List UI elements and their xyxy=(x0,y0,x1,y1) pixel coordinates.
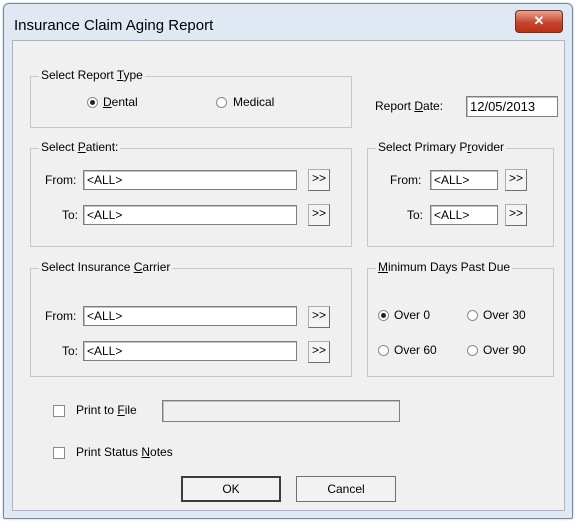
patient-to-field[interactable]: <ALL> xyxy=(83,205,297,225)
over-60-label[interactable]: Over 60 xyxy=(394,343,437,357)
legend-text: inimum Days Past Due xyxy=(388,260,511,274)
print-to-file-label[interactable]: Print to File xyxy=(76,403,137,417)
ok-button[interactable]: OK xyxy=(181,476,281,502)
provider-to-label: To: xyxy=(407,208,424,222)
days-past-due-legend: Minimum Days Past Due xyxy=(376,260,513,274)
provider-from-label: From: xyxy=(390,173,422,187)
legend-text: ype xyxy=(123,68,143,82)
patient-from-browse-button[interactable]: >> xyxy=(308,169,330,191)
carrier-group: Select Insurance Carrier From: <ALL> >> … xyxy=(30,260,352,377)
over-60-radio[interactable] xyxy=(378,345,389,356)
label-mnemonic: D xyxy=(414,99,424,113)
carrier-from-field[interactable]: <ALL> xyxy=(83,306,297,326)
label-mnemonic: F xyxy=(117,403,125,417)
dental-radio-label[interactable]: Dental xyxy=(103,95,138,109)
provider-from-field[interactable]: <ALL> xyxy=(430,170,498,190)
legend-text: atient: xyxy=(85,140,119,154)
carrier-to-label: To: xyxy=(62,344,79,358)
print-status-notes-checkbox[interactable] xyxy=(53,447,65,459)
carrier-from-browse-button[interactable]: >> xyxy=(308,306,330,328)
print-to-file-checkbox[interactable] xyxy=(53,405,65,417)
report-date-field[interactable]: 12/05/2013 xyxy=(466,96,558,117)
over-30-label[interactable]: Over 30 xyxy=(483,308,526,322)
over-90-label[interactable]: Over 90 xyxy=(483,343,526,357)
label-text: ental xyxy=(111,95,138,109)
legend-text: Select Insurance xyxy=(41,260,134,274)
report-type-group: Select Report Type Dental Medical xyxy=(30,68,352,128)
carrier-legend: Select Insurance Carrier xyxy=(39,260,173,274)
legend-text: Select Primary P xyxy=(378,140,468,154)
cancel-button[interactable]: Cancel xyxy=(296,476,396,502)
medical-radio[interactable] xyxy=(216,97,227,108)
provider-legend: Select Primary Provider xyxy=(376,140,507,154)
dialog-window: Insurance Claim Aging Report ✕ Select Re… xyxy=(3,3,573,519)
legend-mnemonic: T xyxy=(116,68,124,82)
label-text: Print Status xyxy=(76,445,142,459)
over-0-label[interactable]: Over 0 xyxy=(394,308,430,322)
patient-to-label: To: xyxy=(62,208,79,222)
carrier-to-field[interactable]: <ALL> xyxy=(83,341,297,361)
provider-from-browse-button[interactable]: >> xyxy=(505,169,527,191)
label-text: ate: xyxy=(423,99,444,113)
label-mnemonic: D xyxy=(103,95,112,109)
patient-legend: Select Patient: xyxy=(39,140,121,154)
over-0-radio[interactable] xyxy=(378,310,389,321)
days-past-due-group: Minimum Days Past Due Over 0 Over 30 Ove… xyxy=(367,260,554,377)
report-date-label: Report Date: xyxy=(375,99,443,113)
provider-to-browse-button[interactable]: >> xyxy=(505,204,527,226)
label-mnemonic: N xyxy=(141,445,151,459)
legend-text: arrier xyxy=(142,260,171,274)
label-text: Report xyxy=(375,99,415,113)
provider-to-field[interactable]: <ALL> xyxy=(430,205,498,225)
over-30-radio[interactable] xyxy=(467,310,478,321)
patient-to-browse-button[interactable]: >> xyxy=(308,204,330,226)
dental-radio[interactable] xyxy=(87,97,98,108)
label-text: otes xyxy=(150,445,173,459)
close-button[interactable]: ✕ xyxy=(515,10,563,33)
legend-mnemonic: P xyxy=(77,140,86,154)
carrier-to-browse-button[interactable]: >> xyxy=(308,341,330,363)
legend-mnemonic: M xyxy=(378,260,388,274)
print-to-file-path-field[interactable] xyxy=(162,400,400,422)
label-text: ile xyxy=(124,403,137,417)
label-text: Print to xyxy=(76,403,118,417)
over-90-radio[interactable] xyxy=(467,345,478,356)
patient-from-field[interactable]: <ALL> xyxy=(83,170,297,190)
title-bar[interactable]: Insurance Claim Aging Report ✕ xyxy=(4,4,572,42)
dialog-body: Select Report Type Dental Medical Report… xyxy=(12,40,565,511)
legend-text: Select Report xyxy=(41,68,117,82)
window-title: Insurance Claim Aging Report xyxy=(14,17,214,34)
legend-text: Select xyxy=(41,140,78,154)
provider-group: Select Primary Provider From: <ALL> >> T… xyxy=(367,140,554,247)
patient-from-label: From: xyxy=(45,173,77,187)
carrier-from-label: From: xyxy=(45,309,77,323)
patient-group: Select Patient: From: <ALL> >> To: <ALL>… xyxy=(30,140,352,247)
report-type-legend: Select Report Type xyxy=(39,68,145,82)
print-status-notes-label[interactable]: Print Status Notes xyxy=(76,445,173,459)
medical-radio-label[interactable]: Medical xyxy=(233,95,274,109)
legend-text: ovider xyxy=(471,140,505,154)
